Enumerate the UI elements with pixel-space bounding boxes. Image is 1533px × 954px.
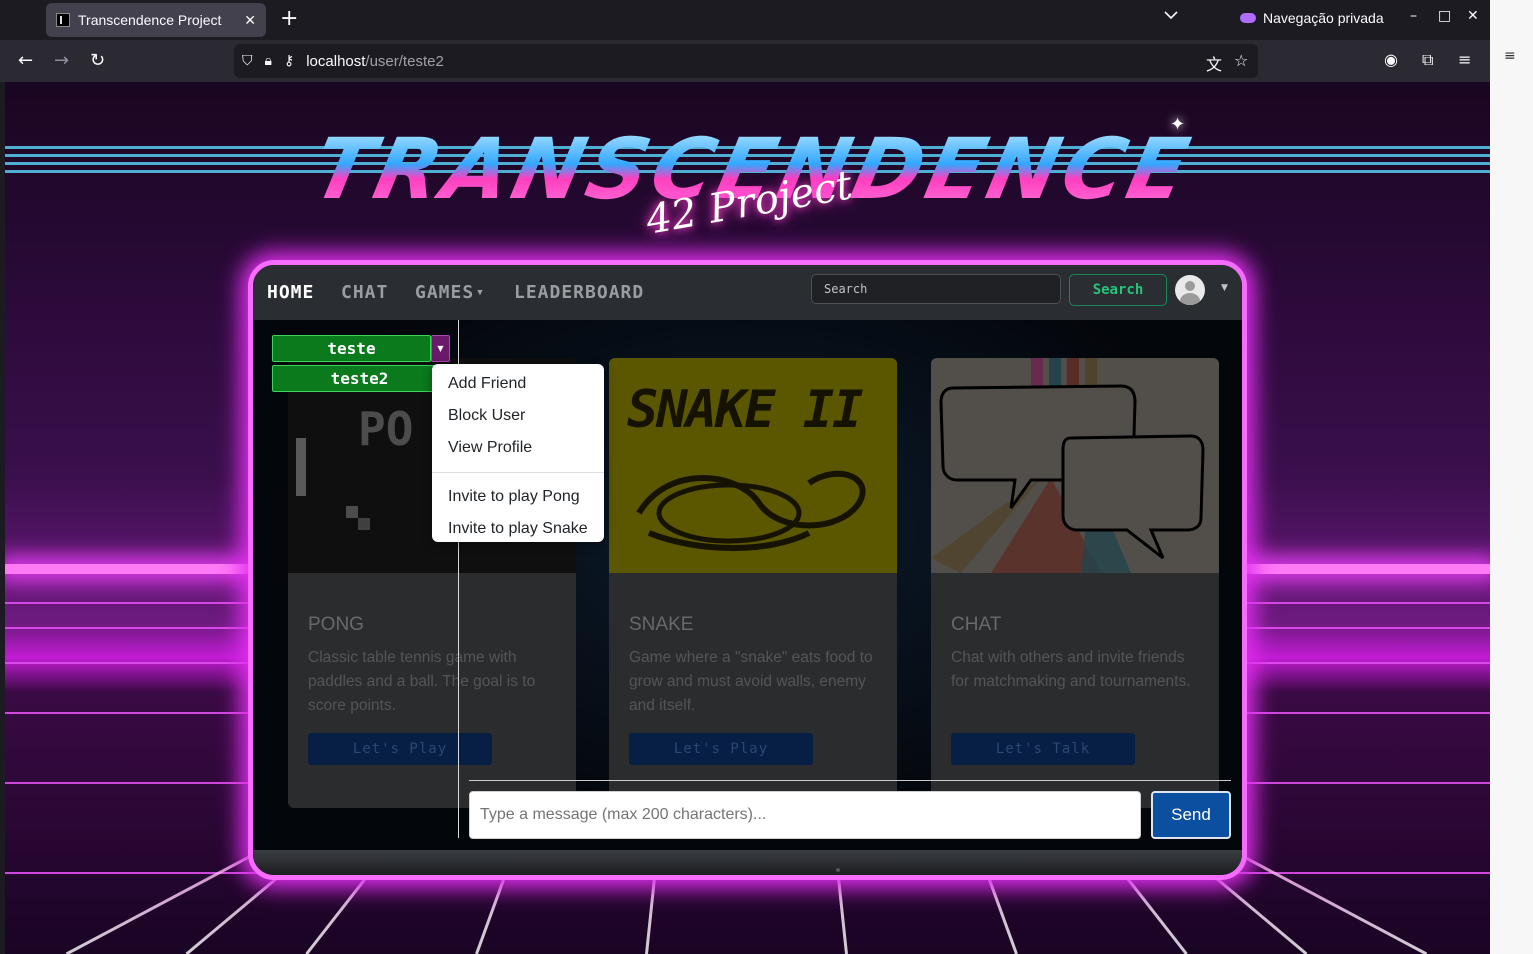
nav-leaderboard[interactable]: LEADERBOARD [514,282,644,303]
block-user-menu-item[interactable]: Block User [432,400,604,432]
tab-bar: Transcendence Project ✕ + Navegação priv… [0,0,1490,40]
message-input[interactable]: Type a message (max 200 characters)... [469,791,1141,839]
translate-icon[interactable]: 文 [1206,51,1222,75]
reload-icon[interactable]: ↻ [90,50,105,71]
caret-down-icon: ▼ [477,288,484,298]
search-input[interactable]: Search [811,274,1061,304]
new-tab-button[interactable]: + [280,6,298,32]
close-tab-icon[interactable]: ✕ [244,12,256,29]
chat-user-button[interactable]: teste2 [272,365,447,392]
sparkle-icon: ✦ [1170,114,1186,135]
private-browsing-indicator: Navegação privada [1240,10,1384,26]
address-bar[interactable]: ⛉ 🔒︎ ⚷ localhost/user/teste2 文 ☆ [234,44,1258,78]
tab-list-button[interactable] [1164,8,1178,24]
page-viewport: TRANSCENDENCE 42 Project ✦ HOME CHAT GAM… [5,82,1490,954]
send-button[interactable]: Send [1151,791,1231,839]
menu-divider [432,472,604,473]
menu-hamburger-icon[interactable]: ≡ [1458,50,1471,69]
shield-icon[interactable]: ⛉ [242,53,253,69]
url-path: /user/teste2 [365,52,444,70]
avatar[interactable] [1175,275,1205,305]
search-button[interactable]: Search [1069,274,1167,306]
nav-games-label: GAMES [415,282,475,303]
side-window-strip: ≡ [1490,0,1533,954]
app-footer [253,850,1242,875]
close-window-button[interactable]: ✕ [1467,8,1479,24]
url-host: localhost [306,52,366,70]
chat-overlay-backdrop [253,320,1242,850]
hamburger-icon[interactable]: ≡ [1504,48,1516,64]
app-navbar: HOME CHAT GAMES ▼ LEADERBOARD Search Sear… [253,265,1242,320]
invite-pong-menu-item[interactable]: Invite to play Pong [432,481,604,513]
site-logo: TRANSCENDENCE 42 Project ✦ [305,112,1205,244]
caret-down-icon[interactable]: ▼ [1221,283,1228,293]
extensions-icon[interactable]: ⧉ [1422,50,1433,70]
footer-dot [836,868,840,872]
user-context-menu: Add Friend Block User View Profile Invit… [432,364,604,542]
chat-user-button[interactable]: teste [272,335,431,362]
back-arrow-icon[interactable]: ← [18,50,33,71]
tab-title: Transcendence Project [78,12,222,28]
lock-icon[interactable]: 🔒︎ [265,53,272,69]
bookmark-star-icon[interactable]: ☆ [1234,51,1248,70]
chat-input-divider [469,780,1231,781]
private-browsing-label: Navegação privada [1263,10,1384,26]
maximize-button[interactable]: □ [1438,8,1451,24]
nav-games[interactable]: GAMES ▼ [415,282,484,303]
add-friend-menu-item[interactable]: Add Friend [432,368,604,400]
account-icon[interactable]: ◉ [1384,50,1398,69]
main-content: PO CLA PONG Classic table tennis game wi… [253,320,1242,850]
forward-arrow-icon[interactable]: → [54,50,69,71]
app-frame: HOME CHAT GAMES ▼ LEADERBOARD Search Sear… [248,260,1247,880]
nav-chat[interactable]: CHAT [341,282,388,303]
view-profile-menu-item[interactable]: View Profile [432,432,604,464]
invite-snake-menu-item[interactable]: Invite to play Snake [432,513,604,545]
site-favicon-icon [56,13,70,27]
browser-tab[interactable]: Transcendence Project ✕ [46,3,266,37]
key-icon[interactable]: ⚷ [284,53,294,69]
user-dropdown-toggle[interactable]: ▼ [431,335,450,362]
private-mask-icon [1240,13,1256,23]
browser-toolbar: ← → ↻ ⛉ 🔒︎ ⚷ localhost/user/teste2 文 ☆ ◉… [0,40,1490,82]
chevron-down-icon [1164,11,1178,20]
nav-home[interactable]: HOME [267,282,314,303]
minimize-button[interactable]: – [1410,8,1417,24]
